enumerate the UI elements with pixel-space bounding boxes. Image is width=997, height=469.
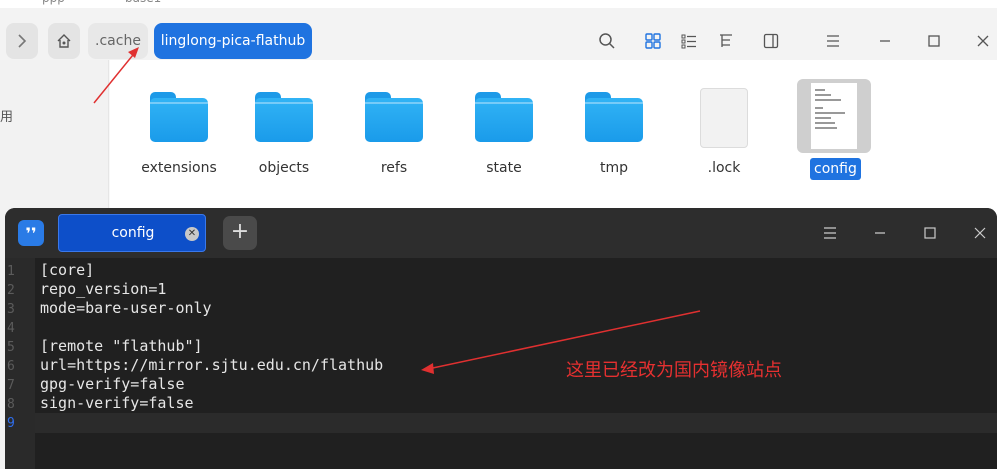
folder-icon — [150, 92, 208, 142]
menu-icon — [824, 227, 836, 239]
fm-minimize-button[interactable] — [875, 31, 895, 51]
maximize-icon — [928, 35, 940, 47]
document-thumbnail-icon — [811, 83, 857, 149]
line-number: 7 — [7, 378, 15, 393]
forward-button[interactable] — [6, 23, 38, 59]
code-line: [remote "flathub"] — [40, 337, 203, 355]
file-name: tmp — [599, 160, 628, 176]
tree-view-button[interactable] — [716, 31, 736, 51]
code-line: repo_version=1 — [40, 280, 167, 298]
document-icon — [700, 88, 748, 148]
tab-close-icon[interactable]: ✕ — [185, 227, 199, 241]
line-number: 3 — [7, 302, 15, 317]
chevron-right-icon — [18, 34, 27, 48]
code-line: [core] — [40, 261, 95, 279]
maximize-icon — [924, 227, 936, 239]
folder-icon — [365, 92, 423, 142]
home-icon — [57, 34, 71, 48]
file-manager-toolbar: .cache linglong-pica-flathub — [0, 8, 997, 60]
tab-config[interactable]: config ✕ — [58, 214, 206, 252]
icon-view-icon — [645, 33, 661, 49]
file-item-refs[interactable]: refs — [349, 82, 439, 182]
file-name: refs — [380, 160, 408, 176]
file-name-selected: config — [810, 158, 861, 180]
cut-off-text: base1 — [125, 0, 161, 5]
file-name: extensions — [141, 160, 217, 176]
list-view-button[interactable] — [679, 31, 699, 51]
minimize-icon — [880, 40, 890, 42]
editor-maximize-button[interactable] — [920, 223, 940, 243]
close-icon — [974, 227, 986, 239]
icon-view-button[interactable] — [643, 31, 663, 51]
line-number: 8 — [7, 397, 15, 412]
search-button[interactable] — [597, 31, 617, 51]
new-tab-button[interactable]: + — [223, 216, 257, 250]
home-button[interactable] — [48, 23, 80, 59]
menu-icon — [827, 35, 839, 47]
editor-titlebar: ❜❜ config ✕ + — [5, 208, 997, 258]
file-name: .lock — [707, 160, 741, 176]
editor-close-button[interactable] — [970, 223, 990, 243]
line-number: 5 — [7, 340, 15, 355]
folder-icon — [585, 92, 643, 142]
line-number: 2 — [7, 283, 15, 298]
sidebar-label-fragment[interactable]: 用 — [0, 106, 13, 125]
text-editor-window: ❜❜ config ✕ + 1 2 3 4 5 6 7 8 9 [core] r… — [5, 208, 997, 469]
window-top-strip: ppp base1 — [0, 0, 997, 8]
file-name: state — [486, 160, 522, 176]
fm-maximize-button[interactable] — [924, 31, 944, 51]
code-line: sign-verify=false — [40, 394, 194, 412]
close-icon — [977, 35, 989, 47]
line-number: 4 — [7, 321, 15, 336]
editor-minimize-button[interactable] — [870, 223, 890, 243]
editor-menu-button[interactable] — [820, 223, 840, 243]
search-icon — [599, 33, 615, 49]
file-item-lock[interactable]: .lock — [679, 82, 769, 182]
code-line: gpg-verify=false — [40, 375, 185, 393]
file-item-state[interactable]: state — [459, 82, 549, 182]
line-number: 1 — [7, 264, 15, 279]
tree-view-icon — [720, 34, 732, 47]
fm-close-button[interactable] — [973, 31, 993, 51]
folder-icon — [475, 92, 533, 142]
list-view-icon — [681, 34, 696, 49]
code-line: mode=bare-user-only — [40, 299, 212, 317]
current-line-highlight — [35, 413, 997, 433]
cut-off-text: ppp — [42, 0, 65, 5]
file-item-objects[interactable]: objects — [239, 82, 329, 182]
file-item-config[interactable] — [797, 79, 871, 153]
detail-panel-button[interactable] — [761, 31, 781, 51]
minimize-icon — [875, 232, 885, 234]
line-number: 6 — [7, 359, 15, 374]
line-number-active: 9 — [7, 416, 15, 431]
editor-app-icon: ❜❜ — [18, 220, 44, 246]
file-item-extensions[interactable]: extensions — [134, 82, 224, 182]
fm-menu-button[interactable] — [823, 31, 843, 51]
code-line: url=https://mirror.sjtu.edu.cn/flathub — [40, 356, 384, 374]
file-name: objects — [258, 160, 310, 176]
file-item-tmp[interactable]: tmp — [569, 82, 659, 182]
detail-panel-icon — [763, 33, 779, 49]
editor-text-area[interactable]: 1 2 3 4 5 6 7 8 9 [core] repo_version=1 … — [5, 258, 997, 469]
annotation-text: 这里已经改为国内镜像站点 — [566, 360, 782, 381]
breadcrumb-cache[interactable]: .cache — [88, 23, 148, 59]
folder-icon — [255, 92, 313, 142]
breadcrumb-current[interactable]: linglong-pica-flathub — [154, 23, 312, 59]
line-number-gutter: 1 2 3 4 5 6 7 8 9 — [5, 258, 35, 469]
